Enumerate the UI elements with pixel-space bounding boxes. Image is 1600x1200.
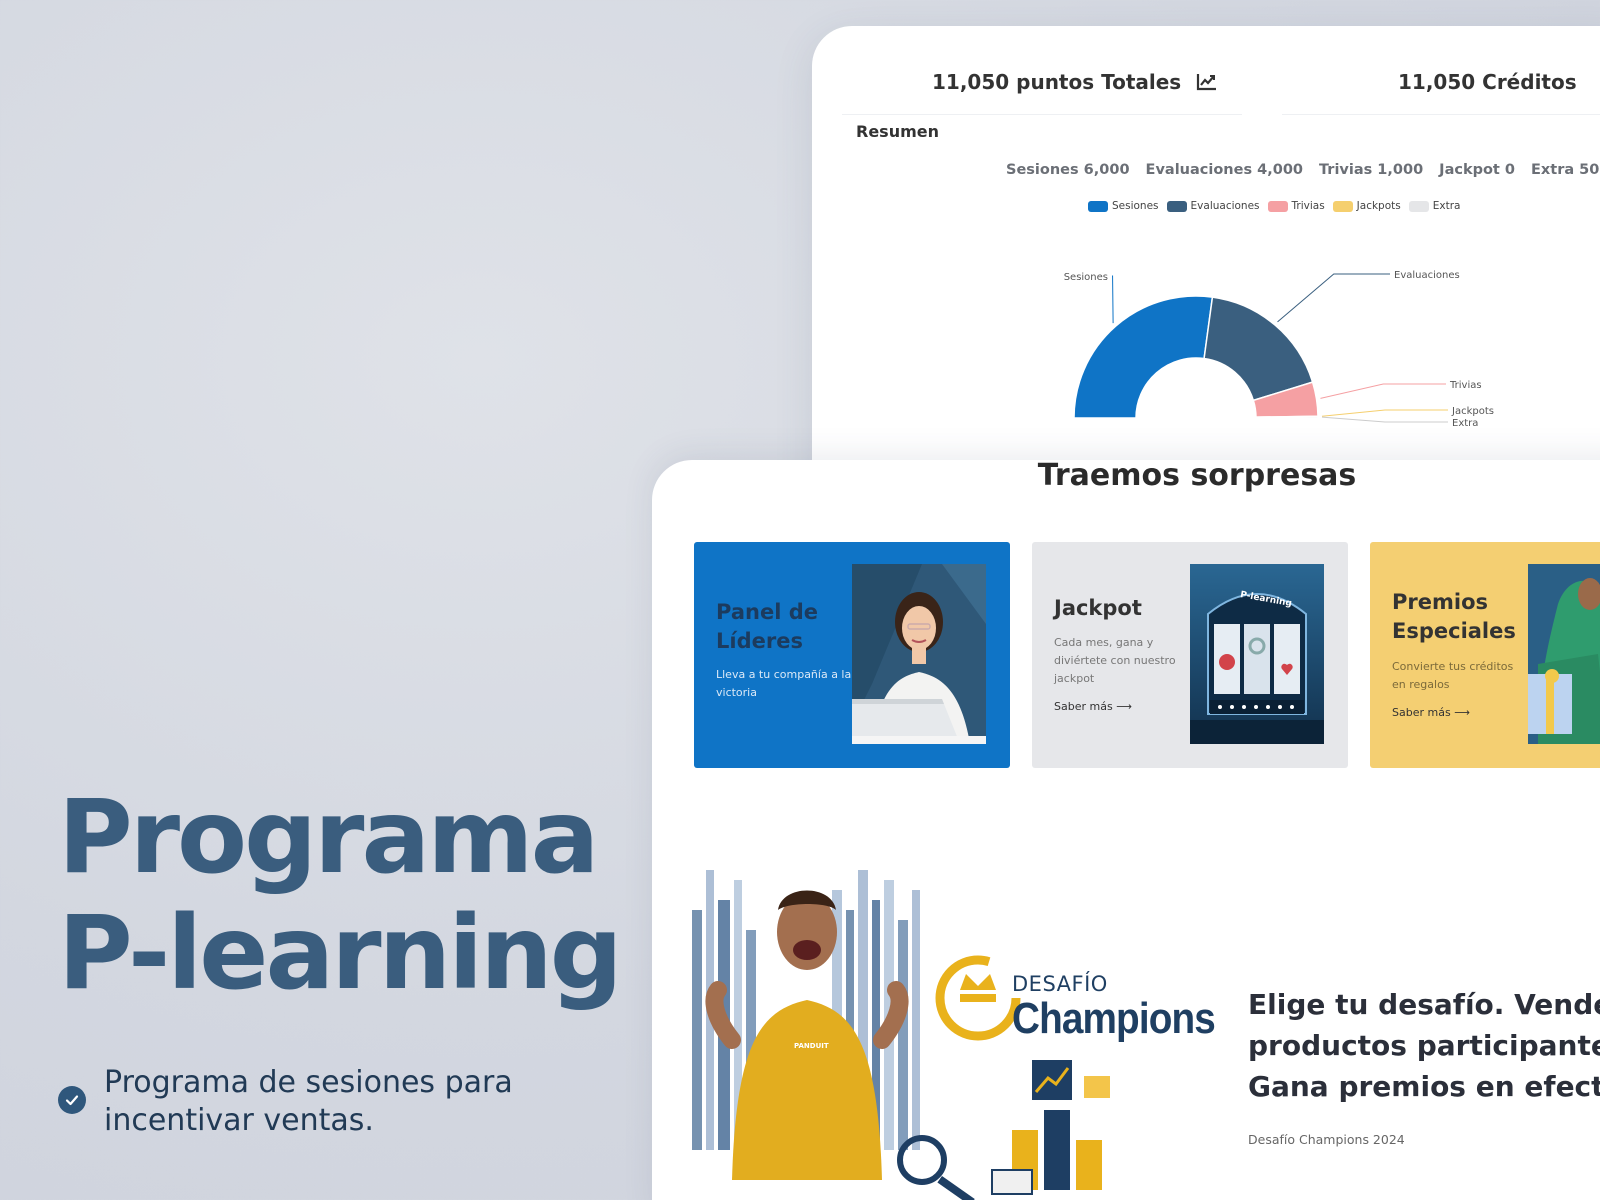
dashboard-card: 11,050 puntos Totales 11,050 Créditos Re… xyxy=(812,26,1600,496)
slice-label: Sesiones xyxy=(1064,272,1108,283)
slot-machine-image: P-learning xyxy=(1190,564,1324,744)
check-circle-icon xyxy=(58,1086,86,1114)
slice-label: Extra xyxy=(1452,418,1478,429)
donut-slice[interactable] xyxy=(1073,295,1214,419)
challenge-headline-line: productos participantes. xyxy=(1248,1029,1600,1062)
slice-leader-line xyxy=(1321,409,1448,417)
learn-more-label: Saber más xyxy=(1392,706,1451,719)
challenge-caption: Desafío Champions 2024 xyxy=(1248,1132,1405,1147)
slice-leader-line xyxy=(1320,383,1446,399)
champions-logo-big: Champions xyxy=(1012,994,1216,1043)
donut-slice[interactable] xyxy=(1255,415,1319,419)
section-title: Traemos sorpresas xyxy=(1037,460,1357,493)
learn-more-link[interactable]: Saber más ⟶ xyxy=(1392,706,1470,719)
slice-label: Evaluaciones xyxy=(1394,270,1460,281)
learn-more-label: Saber más xyxy=(1054,700,1113,713)
promo-desc: Lleva a tu compañía a la victoria xyxy=(716,668,852,699)
promo-card-jackpot[interactable]: Jackpot Cada mes, gana y diviértete con … xyxy=(1032,542,1348,768)
hero-bullet: Programa de sesiones para incentivar ven… xyxy=(58,1064,574,1140)
arrow-right-icon: ⟶ xyxy=(1454,706,1470,719)
champions-logo-small: DESAFÍO xyxy=(1012,972,1108,996)
hero-title-line1: Programa xyxy=(58,778,599,897)
promo-card-special-prizes[interactable]: Premios Especiales Convierte tus crédito… xyxy=(1370,542,1600,768)
hero: Programa P-learning xyxy=(58,778,623,1013)
promo-desc: Cada mes, gana y diviértete con nuestro … xyxy=(1054,636,1176,685)
slice-label: Trivias xyxy=(1449,380,1482,391)
gift-man-image xyxy=(1528,564,1600,744)
slice-leader-line xyxy=(1321,416,1448,423)
challenge-headline-line: Elige tu desafío. Vende xyxy=(1248,988,1600,1021)
challenge-headline: Elige tu desafío. Vende productos partic… xyxy=(1248,984,1600,1107)
promo-title: Premios Especiales xyxy=(1392,590,1516,643)
slice-leader-line xyxy=(1112,275,1114,324)
hero-bullet-text: Programa de sesiones para incentivar ven… xyxy=(104,1065,513,1138)
challenge-headline-line: Gana premios en efectivo. xyxy=(1248,1070,1600,1103)
promo-title: Panel de Líderes xyxy=(716,600,818,653)
slice-leader-line xyxy=(1277,273,1390,323)
donut-slice[interactable] xyxy=(1203,296,1314,402)
shirt-logo: PANDUIT xyxy=(794,1042,829,1050)
slice-label: Jackpots xyxy=(1451,406,1494,417)
promo-desc: Convierte tus créditos en regalos xyxy=(1392,660,1514,691)
points-donut-chart: Sesiones Evaluaciones Trivias JackpotsExtra xyxy=(1064,270,1494,429)
leader-woman-image xyxy=(852,564,986,744)
hero-title-line2: P-learning xyxy=(58,894,623,1013)
landing-card: Traemos sorpresas Panel de Líderes Lleva… xyxy=(652,460,1600,1200)
promo-card-leaders[interactable]: Panel de Líderes Lleva a tu compañía a l… xyxy=(694,542,1010,768)
arrow-right-icon: ⟶ xyxy=(1116,700,1132,713)
promo-title: Jackpot xyxy=(1054,596,1142,620)
learn-more-link[interactable]: Saber más ⟶ xyxy=(1054,700,1132,713)
